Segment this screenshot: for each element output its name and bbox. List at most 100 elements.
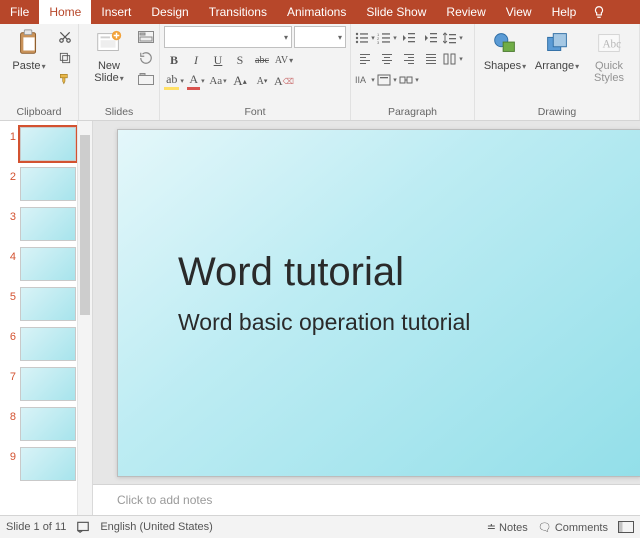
thumb-number: 5 [2,287,20,303]
notes-toggle[interactable]: ≐ Notes [487,521,528,534]
highlight-button[interactable]: ab▾ [164,72,184,90]
svg-text:Abc: Abc [602,39,621,51]
new-slide-label: NewSlide [94,60,120,84]
thumb-number: 3 [2,207,20,223]
clear-format-button[interactable]: A⌫ [274,72,294,90]
editor-area: Word tutorial Word basic operation tutor… [93,121,640,515]
text-direction-button[interactable]: IIA▾ [355,71,375,89]
status-bar: Slide 1 of 11 English (United States) ≐ … [0,515,640,538]
normal-view-button[interactable] [618,521,634,533]
section-button[interactable] [137,70,155,88]
bullets-button[interactable]: ▾ [355,29,375,47]
thumb-number: 2 [2,167,20,183]
shrink-font-button[interactable]: A▾ [252,72,272,90]
new-slide-icon [94,28,124,58]
clipboard-icon [14,28,44,58]
spellcheck-icon[interactable] [76,520,90,534]
align-right-button[interactable] [399,50,419,68]
thumbnails-scrollbar[interactable] [77,121,92,515]
tab-insert[interactable]: Insert [91,0,141,24]
shapes-label: Shapes [484,60,521,72]
tab-view[interactable]: View [496,0,542,24]
tab-transitions[interactable]: Transitions [199,0,277,24]
new-slide-button[interactable]: NewSlide▾ [83,26,135,87]
cut-button[interactable] [56,28,74,46]
char-spacing-button[interactable]: AV▾ [274,51,294,69]
italic-button[interactable]: I [186,51,206,69]
bold-button[interactable]: B [164,51,184,69]
tab-file[interactable]: File [0,0,39,24]
comments-toggle[interactable]: 🗨 Comments [538,521,608,534]
paste-label: Paste [12,60,40,72]
thumb-preview [20,287,76,321]
thumb-preview [20,367,76,401]
thumb-preview [20,247,76,281]
align-left-button[interactable] [355,50,375,68]
group-slides: NewSlide▾ Slides [79,24,160,120]
shapes-button[interactable]: Shapes▾ [479,26,531,75]
svg-text:3: 3 [377,40,380,44]
thumb-number: 4 [2,247,20,263]
slide-position: Slide 1 of 11 [6,521,66,533]
group-label-drawing: Drawing [479,105,635,120]
line-spacing-button[interactable]: ▾ [443,29,463,47]
copy-button[interactable] [56,49,74,67]
group-drawing: Shapes▾ Arrange▾ Abc QuickStyles Drawing [475,24,640,120]
group-label-clipboard: Clipboard [4,105,74,120]
thumb-preview [20,407,76,441]
menu-tabs-bar: File Home Insert Design Transitions Anim… [0,0,640,24]
tab-help[interactable]: Help [542,0,587,24]
thumb-preview [20,447,76,481]
quick-styles-button[interactable]: Abc QuickStyles [583,26,635,86]
shadow-button[interactable]: S [230,51,250,69]
thumb-preview [20,207,76,241]
justify-button[interactable] [421,50,441,68]
paste-button[interactable]: Paste▾ [4,26,54,75]
underline-button[interactable]: U [208,51,228,69]
smartart-button[interactable]: ▾ [399,71,419,89]
ribbon: Paste▾ Clipboard NewSlide▾ Sli [0,24,640,121]
thumb-number: 8 [2,407,20,423]
increase-indent-button[interactable] [421,29,441,47]
slide-title[interactable]: Word tutorial [178,250,640,295]
group-label-font: Font [164,105,346,120]
thumb-number: 6 [2,327,20,343]
decrease-indent-button[interactable] [399,29,419,47]
tell-me-icon[interactable] [592,5,606,19]
thumb-preview [20,167,76,201]
styles-icon: Abc [594,28,624,58]
arrange-button[interactable]: Arrange▾ [531,26,583,75]
shapes-icon [490,28,520,58]
thumb-number: 7 [2,367,20,383]
font-color-button[interactable]: A▾ [186,72,206,90]
tab-design[interactable]: Design [141,0,198,24]
tab-home[interactable]: Home [39,0,91,24]
align-text-button[interactable]: ▾ [377,71,397,89]
thumb-preview [20,127,76,161]
tab-review[interactable]: Review [436,0,495,24]
strikethrough-button[interactable]: abc [252,51,272,69]
numbering-button[interactable]: 123▾ [377,29,397,47]
styles-label: QuickStyles [594,60,624,84]
group-clipboard: Paste▾ Clipboard [0,24,79,120]
columns-button[interactable]: ▾ [443,50,463,68]
reset-button[interactable] [137,49,155,67]
main-area: 123456789 Word tutorial Word basic opera… [0,121,640,515]
tab-slideshow[interactable]: Slide Show [356,0,436,24]
layout-button[interactable] [137,28,155,46]
slide-canvas[interactable]: Word tutorial Word basic operation tutor… [93,121,640,484]
slide-thumbnails-pane: 123456789 [0,121,93,515]
align-center-button[interactable] [377,50,397,68]
format-painter-button[interactable] [56,70,74,88]
thumb-preview [20,327,76,361]
font-name-combo[interactable]: ▾ [164,26,292,48]
font-size-combo[interactable]: ▾ [294,26,346,48]
tab-animations[interactable]: Animations [277,0,356,24]
grow-font-button[interactable]: A▴ [230,72,250,90]
language-status[interactable]: English (United States) [100,521,213,533]
svg-text:IIA: IIA [355,75,366,85]
notes-pane[interactable]: Click to add notes [93,484,640,515]
group-font: ▾ ▾ B I U S abc AV▾ ab▾ A▾ Aa▾ A▴ A▾ A⌫ … [160,24,351,120]
slide-subtitle[interactable]: Word basic operation tutorial [178,309,640,336]
change-case-button[interactable]: Aa▾ [208,72,228,90]
